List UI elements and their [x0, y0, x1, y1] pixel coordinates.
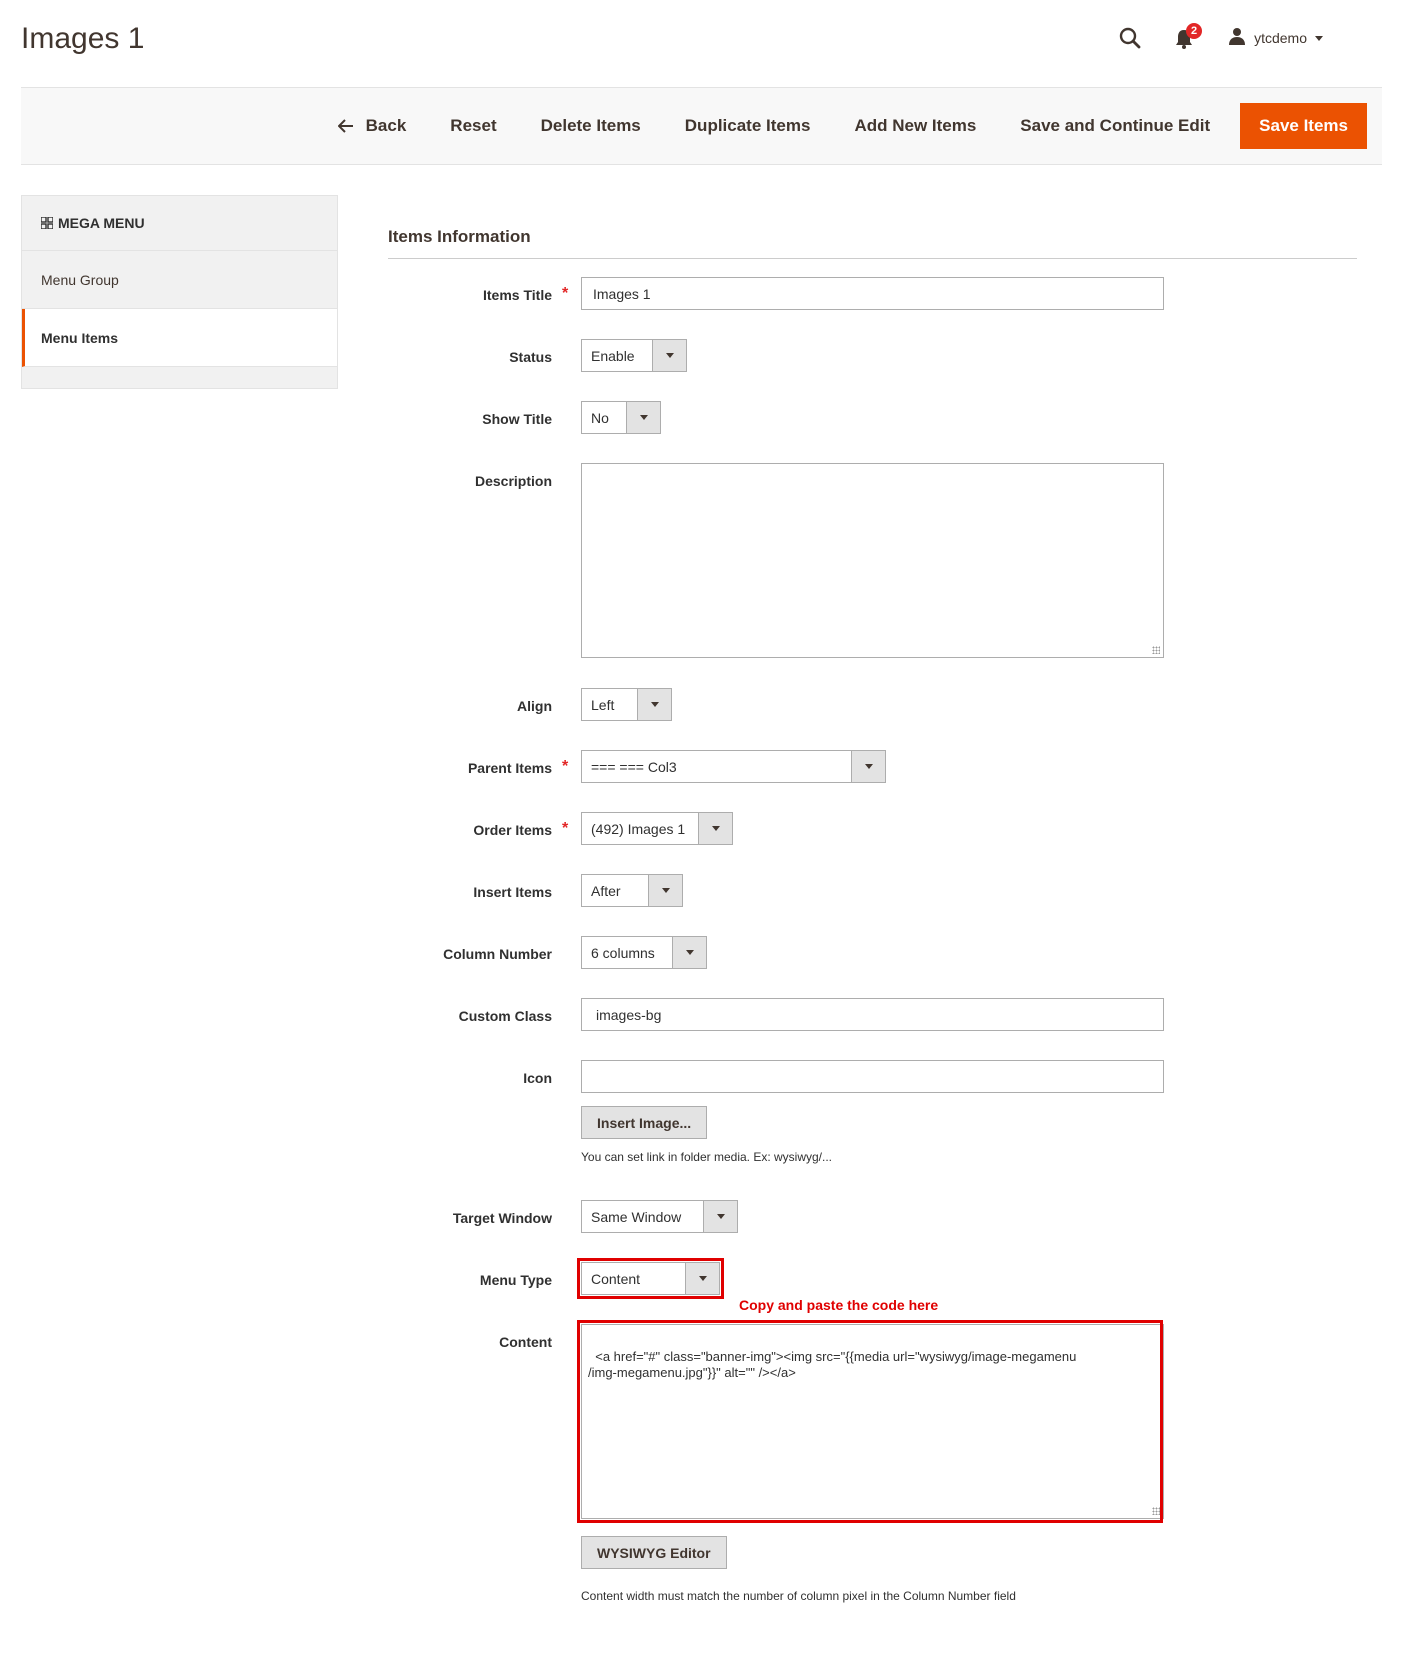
reset-button[interactable]: Reset	[428, 103, 518, 149]
column-number-value: 6 columns	[591, 944, 655, 961]
order-items-label: Order Items	[473, 822, 552, 838]
required-asterisk: *	[562, 758, 569, 775]
column-number-label: Column Number	[443, 946, 552, 962]
insert-image-button[interactable]: Insert Image...	[581, 1106, 708, 1139]
chevron-down-icon	[703, 1201, 737, 1232]
save-and-continue-button[interactable]: Save and Continue Edit	[998, 103, 1232, 149]
insert-items-label: Insert Items	[473, 884, 552, 900]
page-title: Images 1	[21, 22, 145, 55]
sidebar-item-menu-items[interactable]: Menu Items	[22, 309, 337, 367]
page-actions-toolbar: Back Reset Delete Items Duplicate Items …	[21, 87, 1382, 165]
description-textarea[interactable]	[581, 463, 1164, 658]
section-title: Items Information	[388, 227, 531, 246]
order-items-select[interactable]: (492) Images 1	[581, 812, 733, 845]
content-label: Content	[499, 1334, 552, 1350]
icon-note: You can set link in folder media. Ex: wy…	[581, 1150, 833, 1164]
chevron-down-icon	[1315, 35, 1323, 41]
order-items-value: (492) Images 1	[591, 820, 686, 837]
sidebar-header: MEGA MENU	[22, 196, 337, 251]
align-select[interactable]: Left	[581, 688, 672, 721]
items-title-label: Items Title	[483, 287, 552, 303]
sidebar-item-label: Menu Items	[41, 329, 119, 346]
description-label: Description	[474, 473, 552, 489]
arrow-left-icon	[337, 119, 353, 133]
chevron-down-icon	[672, 937, 706, 968]
insert-items-select[interactable]: After	[581, 874, 683, 907]
insert-items-value: After	[591, 882, 621, 899]
custom-class-label: Custom Class	[458, 1008, 552, 1024]
parent-items-label: Parent Items	[467, 760, 552, 776]
show-title-value: No	[591, 409, 609, 426]
notification-badge: 2	[1186, 23, 1203, 39]
chevron-down-icon	[648, 875, 682, 906]
show-title-select[interactable]: No	[581, 401, 661, 434]
save-items-button[interactable]: Save Items	[1240, 103, 1367, 149]
wysiwyg-editor-button[interactable]: WYSIWYG Editor	[581, 1536, 727, 1569]
required-asterisk: *	[562, 820, 569, 837]
column-number-select[interactable]: 6 columns	[581, 936, 707, 969]
delete-items-button[interactable]: Delete Items	[519, 103, 663, 149]
sidebar: MEGA MENU Menu Group Menu Items	[21, 195, 338, 389]
menu-type-value: Content	[591, 1270, 641, 1287]
content-textarea[interactable]: <a href="#" class="banner-img"><img src=…	[581, 1324, 1164, 1519]
target-window-select[interactable]: Same Window	[581, 1200, 738, 1233]
align-label: Align	[517, 698, 552, 714]
bell-icon[interactable]: 2	[1174, 23, 1203, 50]
custom-class-input[interactable]: images-bg	[581, 998, 1164, 1031]
user-menu[interactable]: ytcdemo	[1228, 27, 1323, 50]
back-button[interactable]: Back	[316, 103, 429, 149]
menu-type-select[interactable]: Content	[581, 1262, 720, 1295]
annotation-text: Copy and paste the code here	[739, 1297, 939, 1313]
search-icon[interactable]	[1119, 27, 1141, 49]
chevron-down-icon	[652, 340, 686, 371]
items-title-input[interactable]: Images 1	[581, 277, 1164, 310]
icon-input[interactable]	[581, 1060, 1164, 1093]
chevron-down-icon	[626, 402, 660, 433]
status-label: Status	[509, 349, 552, 365]
grid-menu-icon	[41, 217, 53, 229]
section-divider	[388, 258, 1357, 259]
chevron-down-icon	[637, 689, 671, 720]
menu-type-label: Menu Type	[479, 1272, 552, 1288]
sidebar-item-label: Menu Group	[41, 271, 119, 288]
status-value: Enable	[591, 347, 635, 364]
required-asterisk: *	[562, 285, 569, 302]
resize-handle-icon[interactable]	[1152, 646, 1160, 654]
sidebar-item-menu-group[interactable]: Menu Group	[22, 251, 337, 309]
add-new-items-button[interactable]: Add New Items	[832, 103, 998, 149]
target-window-value: Same Window	[591, 1208, 682, 1225]
status-select[interactable]: Enable	[581, 339, 687, 372]
back-button-label: Back	[365, 116, 407, 135]
sidebar-title: MEGA MENU	[58, 215, 145, 231]
chevron-down-icon	[698, 813, 732, 844]
chevron-down-icon	[851, 751, 885, 782]
content-value: <a href="#" class="banner-img"><img src=…	[588, 1349, 1077, 1380]
resize-handle-icon[interactable]	[1152, 1507, 1160, 1515]
target-window-label: Target Window	[452, 1210, 552, 1226]
user-icon	[1228, 27, 1246, 50]
show-title-label: Show Title	[482, 411, 552, 427]
align-value: Left	[591, 696, 615, 713]
chevron-down-icon	[685, 1263, 719, 1294]
parent-items-value: === === Col3	[591, 758, 677, 775]
user-name: ytcdemo	[1254, 30, 1307, 46]
icon-label: Icon	[523, 1070, 552, 1086]
content-note: Content width must match the number of c…	[581, 1589, 1016, 1603]
header-actions: 2 ytcdemo	[1119, 22, 1323, 54]
duplicate-items-button[interactable]: Duplicate Items	[663, 103, 833, 149]
parent-items-select[interactable]: === === Col3	[581, 750, 886, 783]
